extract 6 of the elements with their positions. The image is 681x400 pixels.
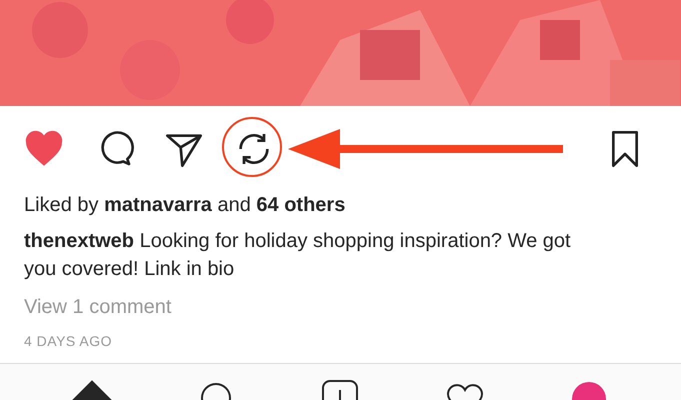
add-icon[interactable] xyxy=(320,380,360,400)
view-comments-link[interactable]: View 1 comment xyxy=(0,283,196,321)
home-icon[interactable] xyxy=(72,380,112,400)
likes-text: Liked by matnavarra and 64 others xyxy=(23,193,346,218)
caption-text: thenextweb Looking for holiday shopping inspiration? We got you covered! Link in bio xyxy=(23,229,572,282)
post-time: 4 DAYS AGO xyxy=(23,332,113,349)
